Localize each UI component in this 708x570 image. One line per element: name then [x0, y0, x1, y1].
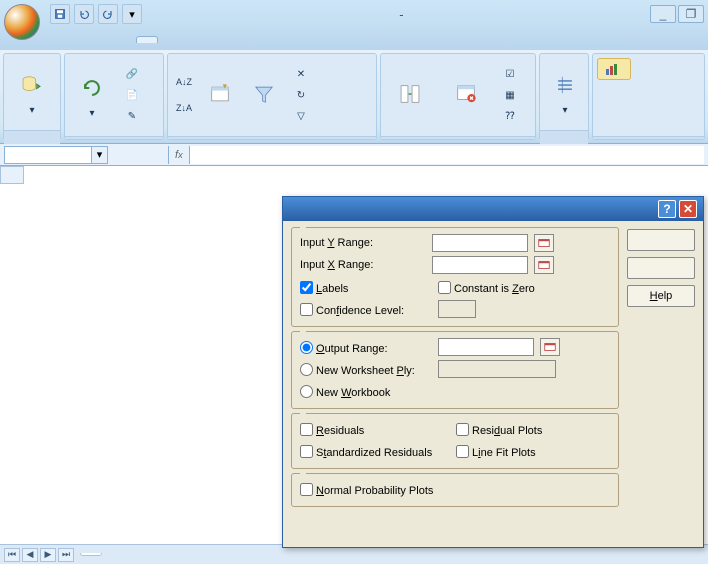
- clear-icon: ✕: [293, 66, 309, 82]
- next-sheet-button[interactable]: ▶: [40, 548, 56, 562]
- sort-filter-group-label: [168, 136, 376, 139]
- cancel-button[interactable]: [627, 257, 695, 279]
- dialog-titlebar[interactable]: ? ✕: [283, 197, 703, 221]
- ribbon: ▾ ▾ 🔗 📄 ✎ A↓Z Z↓A: [0, 50, 708, 144]
- last-sheet-button[interactable]: ⏭: [58, 548, 74, 562]
- sort-asc-button[interactable]: A↓Z: [172, 70, 196, 94]
- office-button[interactable]: [4, 4, 40, 40]
- prev-sheet-button[interactable]: ◀: [22, 548, 38, 562]
- output-range-input[interactable]: [438, 338, 534, 356]
- database-arrow-icon: [21, 74, 43, 96]
- properties-button[interactable]: 📄: [119, 85, 145, 105]
- input-y-range[interactable]: [432, 234, 528, 252]
- name-box-dropdown[interactable]: ▾: [92, 146, 108, 164]
- undo-icon[interactable]: [74, 4, 94, 24]
- name-box[interactable]: [4, 146, 92, 164]
- window-title: -: [142, 7, 650, 22]
- new-worksheet-radio[interactable]: [300, 363, 313, 376]
- labels-checkbox[interactable]: [300, 281, 313, 294]
- advanced-filter-button[interactable]: ▽: [288, 106, 316, 126]
- tab-view[interactable]: [182, 36, 202, 42]
- sort-button[interactable]: [200, 59, 240, 131]
- text-to-columns-button[interactable]: [385, 59, 435, 131]
- residuals-checkbox[interactable]: [300, 423, 313, 436]
- data-analysis-button[interactable]: [597, 58, 631, 80]
- get-external-data-button[interactable]: ▾: [8, 56, 56, 128]
- output-fieldset: Output Range: New Worksheet Ply: New Wor…: [291, 331, 619, 409]
- formula-bar-row: ▾ fx: [0, 144, 708, 166]
- tab-formulas[interactable]: [114, 36, 134, 42]
- refedit-y-button[interactable]: [534, 234, 554, 252]
- funnel-icon: [253, 83, 275, 105]
- select-all-corner[interactable]: [0, 166, 24, 184]
- tab-review[interactable]: [160, 36, 180, 42]
- dialog-help-icon[interactable]: ?: [658, 200, 676, 218]
- data-tools-group-label: [381, 136, 535, 139]
- input-x-range[interactable]: [432, 256, 528, 274]
- refresh-icon: [81, 77, 103, 99]
- sort-desc-button[interactable]: Z↓A: [172, 96, 196, 120]
- help-button[interactable]: Help: [627, 285, 695, 307]
- redo-icon[interactable]: [98, 4, 118, 24]
- input-fieldset: Input Y Range: Input X Range: Labels Con…: [291, 227, 619, 327]
- quick-access-toolbar: ▾: [50, 4, 142, 24]
- sort-asc-icon: A↓Z: [176, 77, 192, 87]
- remove-dup-icon: [455, 83, 477, 105]
- text-columns-icon: [399, 83, 421, 105]
- consolidate-button[interactable]: ▦: [497, 85, 523, 105]
- connections-group-label: [65, 136, 163, 139]
- tab-data[interactable]: [136, 36, 158, 43]
- save-icon[interactable]: [50, 4, 70, 24]
- line-fit-checkbox[interactable]: [456, 445, 469, 458]
- normal-prob-checkbox[interactable]: [300, 483, 313, 496]
- sort-icon: [209, 83, 231, 105]
- residual-plots-checkbox[interactable]: [456, 423, 469, 436]
- residuals-fieldset: Residuals Residual Plots Standardized Re…: [291, 413, 619, 469]
- sort-desc-icon: Z↓A: [176, 103, 192, 113]
- first-sheet-button[interactable]: ⏮: [4, 548, 20, 562]
- clear-filter-button[interactable]: ✕: [288, 64, 316, 84]
- input-x-label: Input X Range:: [300, 259, 426, 271]
- chart-icon: [604, 61, 620, 77]
- ribbon-tabs: [0, 28, 708, 50]
- what-if-button[interactable]: ⁇: [497, 106, 523, 126]
- tab-home[interactable]: [48, 36, 68, 42]
- fx-button[interactable]: fx: [168, 146, 190, 164]
- constant-zero-checkbox[interactable]: [438, 281, 451, 294]
- remove-duplicates-button[interactable]: [439, 59, 493, 131]
- std-residuals-checkbox[interactable]: [300, 445, 313, 458]
- title-bar: ▾ - _ ❐: [0, 0, 708, 28]
- minimize-button[interactable]: _: [650, 5, 676, 23]
- sheet-tab-cars[interactable]: [80, 553, 102, 556]
- confidence-level-input: [438, 300, 476, 318]
- collapse-dialog-icon: [537, 236, 551, 250]
- data-validation-button[interactable]: ☑: [497, 64, 523, 84]
- connections-button[interactable]: 🔗: [119, 64, 145, 84]
- advanced-icon: ▽: [293, 108, 309, 124]
- filter-button[interactable]: [244, 59, 284, 131]
- tab-page-layout[interactable]: [92, 36, 112, 42]
- tab-insert[interactable]: [70, 36, 90, 42]
- ok-button[interactable]: [627, 229, 695, 251]
- analysis-group-label: [593, 136, 704, 139]
- refedit-x-button[interactable]: [534, 256, 554, 274]
- qat-customize-icon[interactable]: ▾: [122, 4, 142, 24]
- confidence-checkbox[interactable]: [300, 303, 313, 316]
- formula-bar[interactable]: [190, 146, 704, 164]
- edit-links-button[interactable]: ✎: [119, 106, 145, 126]
- outline-icon: [554, 74, 576, 96]
- normal-prob-fieldset: Normal Probability Plots: [291, 473, 619, 507]
- refedit-output-button[interactable]: [540, 338, 560, 356]
- regression-dialog: ? ✕ Input Y Range: Input X Range: Labels: [282, 196, 704, 548]
- reapply-icon: ↻: [293, 87, 309, 103]
- output-range-radio[interactable]: [300, 341, 313, 354]
- restore-button[interactable]: ❐: [678, 5, 704, 23]
- dialog-close-button[interactable]: ✕: [679, 200, 697, 218]
- new-workbook-radio[interactable]: [300, 385, 313, 398]
- input-y-label: Input Y Range:: [300, 237, 426, 249]
- reapply-button[interactable]: ↻: [288, 85, 316, 105]
- refresh-all-button[interactable]: ▾: [69, 59, 115, 131]
- outline-button[interactable]: ▾: [544, 56, 586, 128]
- new-worksheet-input: [438, 360, 556, 378]
